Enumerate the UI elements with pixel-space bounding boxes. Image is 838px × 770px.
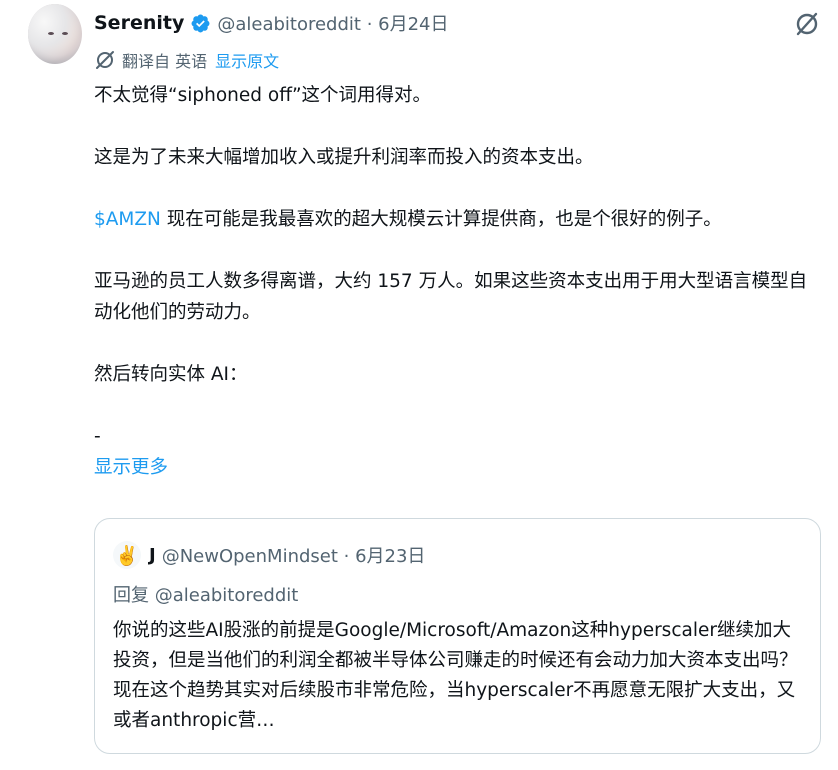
quoted-avatar[interactable]: ✌️ [113,541,141,569]
show-more-link[interactable]: 显示更多 [94,452,824,483]
author-name[interactable]: Serenity [94,12,184,34]
translation-notice: 翻译自 英语 显示原文 [94,48,279,72]
show-original-link[interactable]: 显示原文 [215,48,279,72]
post-paragraph: 这是为了未来大幅增加收入或提升利润率而投入的资本支出。 [94,147,594,168]
quoted-post-header: ✌️ J @NewOpenMindset · 6月23日 [113,541,425,569]
reply-to-label: 回复 @aleabitoreddit [113,585,299,606]
verified-badge-icon [191,14,210,32]
post-paragraph: 然后转向实体 AI： [94,364,248,385]
avatar-hair [28,4,82,64]
post-header: Serenity @aleabitoreddit · 6月24日 [94,8,449,38]
author-handle-date[interactable]: @aleabitoreddit · 6月24日 [217,10,448,36]
avatar-eye [62,32,68,35]
post-paragraph: 亚马逊的员工人数多得离谱，大约 157 万人。如果这些资本支出用于用大型语言模型… [94,271,808,323]
quoted-post[interactable]: ✌️ J @NewOpenMindset · 6月23日 回复 @aleabit… [94,518,821,754]
cashtag-link[interactable]: $AMZN [94,209,161,230]
post-paragraph: $AMZN 现在可能是我最喜欢的超大规模云计算提供商，也是个很好的例子。 [94,204,824,235]
post-text: 不太觉得“siphoned off”这个词用得对。 这是为了未来大幅增加收入或提… [94,80,824,483]
translated-from-label: 翻译自 英语 [122,52,208,71]
post-paragraph: - [94,426,101,447]
avatar[interactable] [28,4,82,64]
translate-icon [96,51,114,69]
post-paragraph-text: 现在可能是我最喜欢的超大规模云计算提供商，也是个很好的例子。 [160,209,722,230]
quoted-author-handle-date[interactable]: @NewOpenMindset · 6月23日 [162,542,426,568]
quoted-post-text: 你说的这些AI股涨的前提是Google/Microsoft/Amazon这种hy… [113,620,798,731]
avatar-eye [48,32,54,35]
post-paragraph: 不太觉得“siphoned off”这个词用得对。 [94,85,432,106]
quoted-author-name[interactable]: J [149,545,156,566]
grok-icon[interactable] [793,10,821,38]
